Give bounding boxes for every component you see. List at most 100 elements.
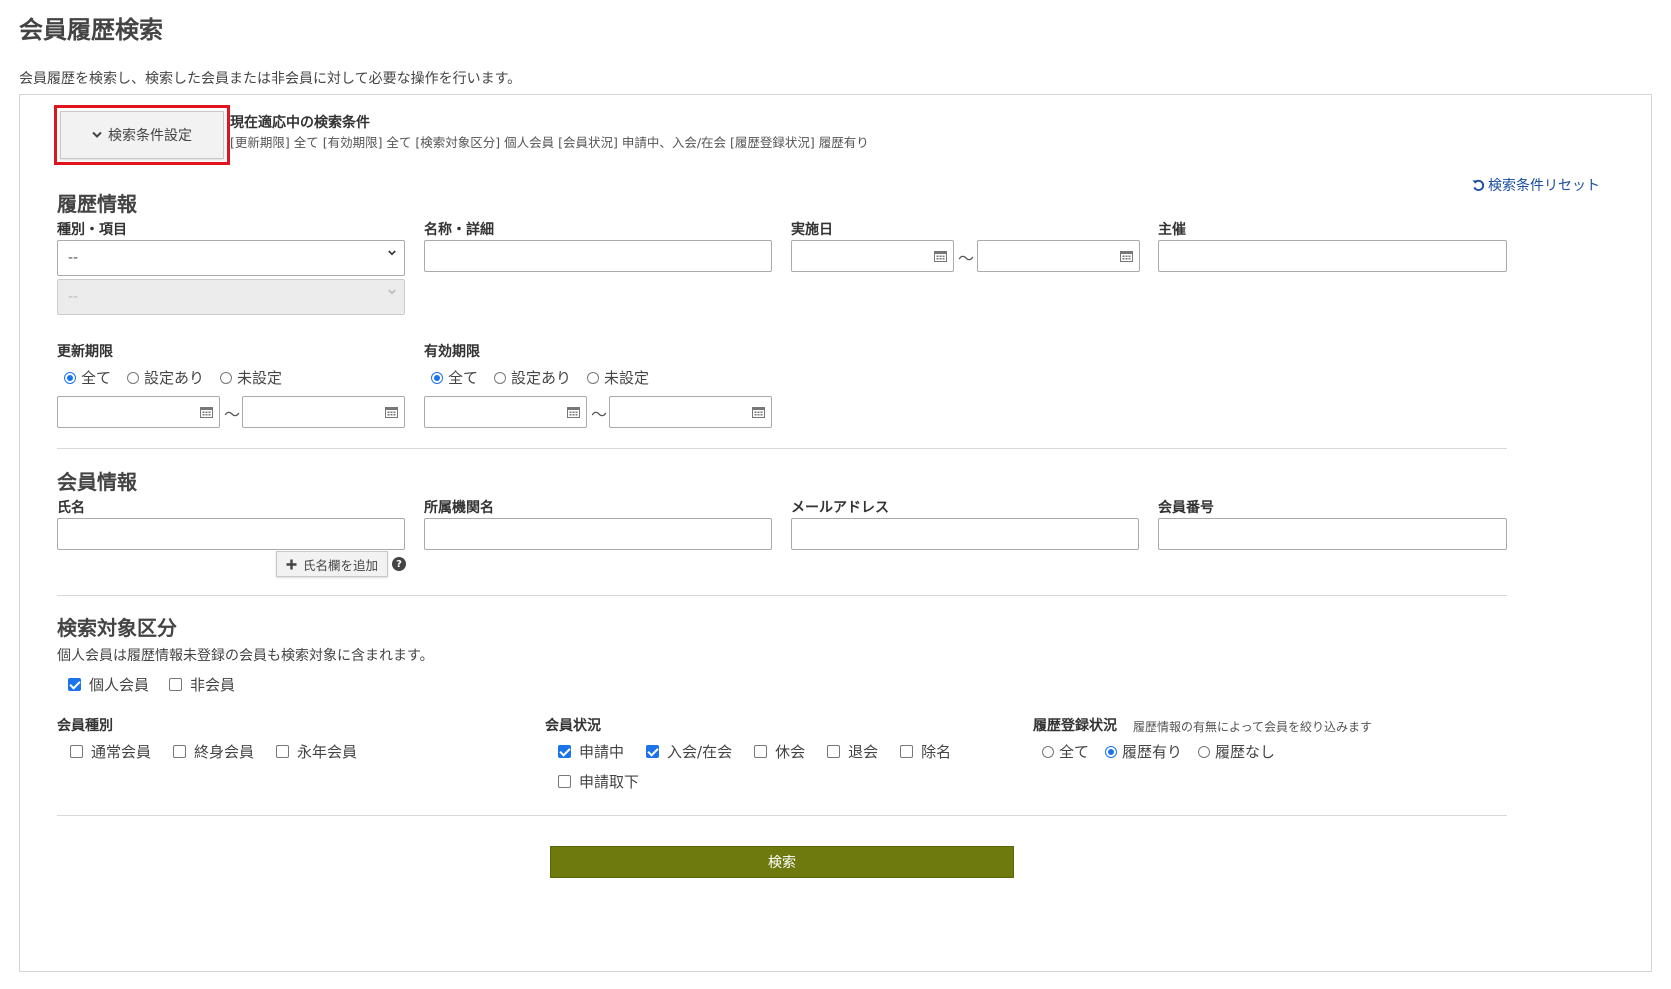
calendar-icon[interactable] xyxy=(200,406,213,418)
radio-button[interactable] xyxy=(220,371,233,384)
renewal-option-unset[interactable]: 未設定 xyxy=(220,367,282,388)
calendar-icon[interactable] xyxy=(1120,250,1133,262)
member-type-label: 会員種別 xyxy=(57,718,113,734)
date-from-input[interactable] xyxy=(791,240,954,272)
radio-button[interactable] xyxy=(587,371,600,384)
member-status-option-suspended[interactable]: 休会 xyxy=(754,741,805,762)
member-status-option-withdrawn[interactable]: 退会 xyxy=(827,741,878,762)
renewal-from-input[interactable] xyxy=(57,396,220,428)
add-name-field-button[interactable]: 氏名欄を追加 xyxy=(276,551,388,577)
validity-option-all[interactable]: 全て xyxy=(431,367,478,388)
checkbox[interactable] xyxy=(70,745,83,758)
date-range-tilde: ～ xyxy=(958,249,975,268)
validity-to-input[interactable] xyxy=(609,396,772,428)
registration-option-label: 全て xyxy=(1059,743,1090,761)
email-input[interactable] xyxy=(791,518,1139,550)
member-status-option-label: 退会 xyxy=(848,743,879,761)
validity-option-label: 未設定 xyxy=(604,369,650,387)
name-detail-input[interactable] xyxy=(424,240,772,272)
renewal-option-label: 設定あり xyxy=(144,369,205,387)
radio-button[interactable] xyxy=(64,371,76,384)
member-section-heading: 会員情報 xyxy=(57,470,137,494)
chevron-down-icon xyxy=(92,131,102,138)
checkbox[interactable] xyxy=(900,745,914,758)
checkbox[interactable] xyxy=(276,745,290,758)
registration-option-label: 履歴なし xyxy=(1215,743,1276,761)
target-option-label: 個人会員 xyxy=(89,676,150,694)
member-type-option-label: 終身会員 xyxy=(194,743,255,761)
calendar-icon[interactable] xyxy=(567,406,580,418)
search-button[interactable]: 検索 xyxy=(550,846,1014,878)
registration-label: 履歴登録状況 xyxy=(1033,718,1117,734)
member-status-checkbox-group: 申請中 入会/在会 休会 退会 除名 xyxy=(558,741,967,762)
checkbox[interactable] xyxy=(827,745,841,758)
organization-input[interactable] xyxy=(424,518,772,550)
help-icon[interactable]: ? xyxy=(392,557,406,571)
member-name-label: 氏名 xyxy=(57,500,85,516)
validity-from-input[interactable] xyxy=(424,396,587,428)
calendar-icon[interactable] xyxy=(385,406,398,418)
registration-option-without-history[interactable]: 履歴なし xyxy=(1198,741,1275,762)
radio-button[interactable] xyxy=(1105,745,1118,758)
member-type-option-lifetime[interactable]: 終身会員 xyxy=(173,741,254,762)
member-status-option-cancelled[interactable]: 申請取下 xyxy=(558,771,639,792)
member-status-option-label: 入会/在会 xyxy=(667,743,733,761)
validity-label: 有効期限 xyxy=(424,344,480,360)
member-status-option-expelled[interactable]: 除名 xyxy=(900,741,951,762)
divider xyxy=(57,815,1507,816)
checkbox[interactable] xyxy=(173,745,187,758)
divider xyxy=(57,448,1507,449)
divider xyxy=(57,595,1507,596)
email-label: メールアドレス xyxy=(791,500,889,516)
member-number-input[interactable] xyxy=(1158,518,1507,550)
validity-range-tilde: ～ xyxy=(591,405,608,424)
date-to-input[interactable] xyxy=(977,240,1140,272)
member-status-option-label: 申請取下 xyxy=(579,773,640,791)
member-status-option-label: 休会 xyxy=(775,743,806,761)
checkbox[interactable] xyxy=(68,678,81,691)
member-status-option-label: 除名 xyxy=(921,743,952,761)
member-type-checkbox-group: 通常会員 終身会員 永年会員 xyxy=(70,741,373,762)
reset-conditions-link[interactable]: 検索条件リセット xyxy=(1472,175,1600,195)
current-conditions-text: [更新期限] 全て [有効期限] 全て [検索対象区分] 個人会員 [会員状況]… xyxy=(230,135,869,150)
radio-button[interactable] xyxy=(1198,745,1211,758)
registration-note: 履歴情報の有無によって会員を絞り込みます xyxy=(1133,720,1373,734)
checkbox[interactable] xyxy=(754,745,768,758)
member-status-label: 会員状況 xyxy=(545,718,601,734)
checkbox[interactable] xyxy=(558,745,571,758)
registration-option-all[interactable]: 全て xyxy=(1042,741,1089,762)
host-input[interactable] xyxy=(1158,240,1507,272)
registration-radio-group: 全て 履歴有り 履歴なし xyxy=(1042,741,1291,762)
validity-option-unset[interactable]: 未設定 xyxy=(587,367,649,388)
target-option-nonmember[interactable]: 非会員 xyxy=(169,674,235,695)
page-title: 会員履歴検索 xyxy=(19,16,163,44)
renewal-option-set[interactable]: 設定あり xyxy=(127,367,204,388)
member-status-option-label: 申請中 xyxy=(579,743,625,761)
sub-item-select-value: -- xyxy=(68,289,79,305)
calendar-icon[interactable] xyxy=(752,406,765,418)
radio-button[interactable] xyxy=(127,371,140,384)
member-status-option-applying[interactable]: 申請中 xyxy=(558,741,624,762)
member-type-option-permanent[interactable]: 永年会員 xyxy=(276,741,357,762)
radio-button[interactable] xyxy=(1042,745,1054,758)
renewal-option-label: 未設定 xyxy=(237,369,283,387)
chevron-down-icon xyxy=(388,250,396,256)
member-name-input[interactable] xyxy=(57,518,405,550)
type-item-select[interactable]: -- xyxy=(57,240,405,276)
registration-option-with-history[interactable]: 履歴有り xyxy=(1105,741,1182,762)
current-conditions-title: 現在適応中の検索条件 xyxy=(230,115,370,131)
radio-button[interactable] xyxy=(431,371,443,384)
target-option-individual[interactable]: 個人会員 xyxy=(68,674,149,695)
sub-item-select: -- xyxy=(57,279,405,315)
radio-button[interactable] xyxy=(494,371,507,384)
checkbox[interactable] xyxy=(646,745,660,758)
validity-option-set[interactable]: 設定あり xyxy=(494,367,571,388)
renewal-option-all[interactable]: 全て xyxy=(64,367,111,388)
renewal-to-input[interactable] xyxy=(242,396,405,428)
calendar-icon[interactable] xyxy=(934,250,947,262)
checkbox[interactable] xyxy=(558,775,571,788)
checkbox[interactable] xyxy=(169,678,183,691)
member-type-option-regular[interactable]: 通常会員 xyxy=(70,741,151,762)
search-conditions-toggle-button[interactable]: 検索条件設定 xyxy=(60,111,224,159)
member-status-option-active[interactable]: 入会/在会 xyxy=(646,741,732,762)
